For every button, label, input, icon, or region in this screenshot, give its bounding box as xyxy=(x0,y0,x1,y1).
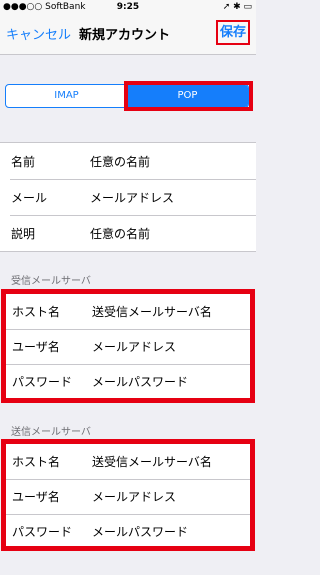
email-label: メール xyxy=(11,191,48,205)
account-info-group: 名前 任意の名前 メール メールアドレス 説明 任意の名前 xyxy=(0,142,256,252)
incoming-password-label: パスワード xyxy=(12,375,73,389)
save-button[interactable]: 保存 xyxy=(216,20,250,45)
description-label: 説明 xyxy=(11,227,36,241)
outgoing-username-field[interactable]: メールアドレス xyxy=(92,488,176,505)
incoming-username-label: ユーザ名 xyxy=(12,340,60,354)
email-row[interactable]: メール メールアドレス xyxy=(0,179,256,215)
status-bar: ●●●○○ SoftBank 9:25 ➚ ✱ ▭ xyxy=(0,0,256,14)
incoming-password-row[interactable]: パスワード メールパスワード xyxy=(6,364,250,399)
outgoing-password-field[interactable]: メールパスワード xyxy=(92,523,188,540)
incoming-host-field[interactable]: 送受信メールサーバ名 xyxy=(92,303,212,320)
name-row[interactable]: 名前 任意の名前 xyxy=(0,143,256,179)
name-label: 名前 xyxy=(11,155,36,169)
cancel-button[interactable]: キャンセル xyxy=(6,24,71,43)
incoming-password-field[interactable]: メールパスワード xyxy=(92,373,188,390)
incoming-server-group: ホスト名 送受信メールサーバ名 ユーザ名 メールアドレス パスワード メールパス… xyxy=(1,289,255,403)
outgoing-host-field[interactable]: 送受信メールサーバ名 xyxy=(92,453,212,470)
outgoing-server-group: ホスト名 送受信メールサーバ名 ユーザ名 メールアドレス パスワード メールパス… xyxy=(1,439,255,551)
outgoing-host-label: ホスト名 xyxy=(12,455,61,469)
page-title: 新規アカウント xyxy=(79,28,171,43)
incoming-host-label: ホスト名 xyxy=(12,305,61,319)
segment-imap[interactable]: IMAP xyxy=(6,85,127,107)
outgoing-password-label: パスワード xyxy=(12,525,73,539)
outgoing-password-row[interactable]: パスワード メールパスワード xyxy=(6,514,250,549)
highlight-box-pop xyxy=(124,81,253,111)
outgoing-host-row[interactable]: ホスト名 送受信メールサーバ名 xyxy=(6,444,250,479)
status-icons: ➚ ✱ ▭ xyxy=(222,2,252,12)
incoming-username-field[interactable]: メールアドレス xyxy=(92,338,176,355)
outgoing-username-label: ユーザ名 xyxy=(12,490,60,504)
description-field[interactable]: 任意の名前 xyxy=(90,225,150,242)
navigation-bar: キャンセル 新規アカウント 保存 xyxy=(0,14,256,55)
outgoing-username-row[interactable]: ユーザ名 メールアドレス xyxy=(6,479,250,514)
outgoing-server-header: 送信メールサーバ xyxy=(11,427,91,438)
incoming-server-header: 受信メールサーバ xyxy=(11,276,91,287)
description-row[interactable]: 説明 任意の名前 xyxy=(0,215,256,251)
incoming-username-row[interactable]: ユーザ名 メールアドレス xyxy=(6,329,250,364)
clock: 9:25 xyxy=(116,2,140,12)
email-field[interactable]: メールアドレス xyxy=(90,189,174,206)
incoming-host-row[interactable]: ホスト名 送受信メールサーバ名 xyxy=(6,294,250,329)
name-field[interactable]: 任意の名前 xyxy=(90,153,150,170)
